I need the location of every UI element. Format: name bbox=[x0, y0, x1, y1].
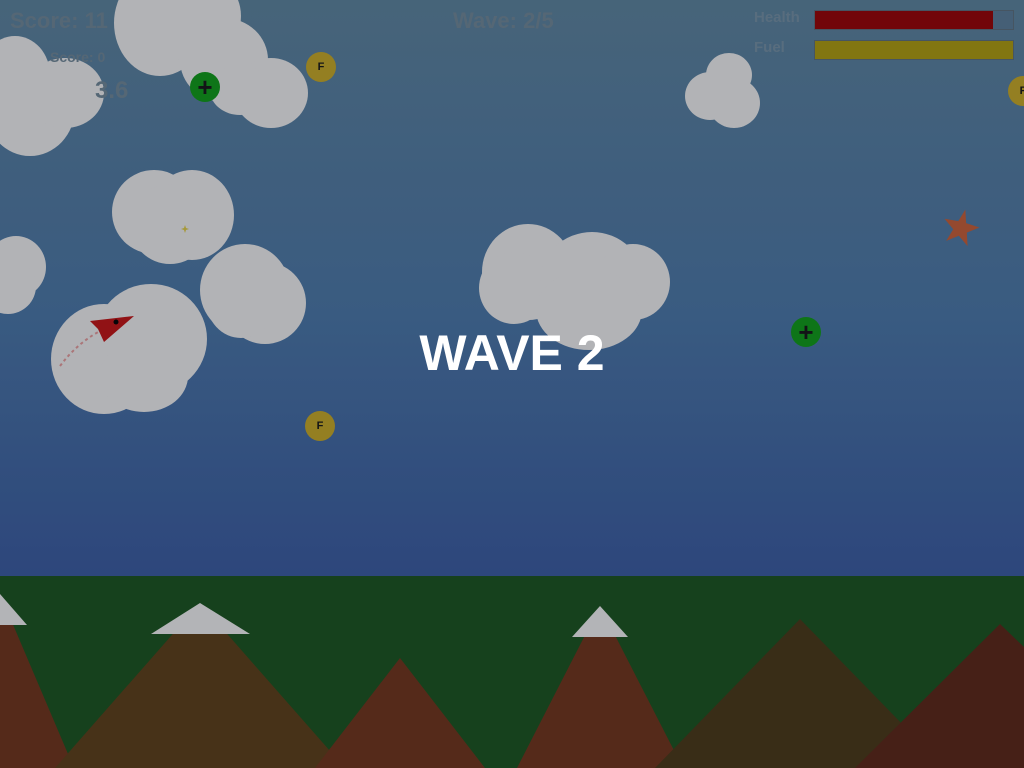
fuel-bar bbox=[814, 40, 1014, 60]
health-pickup: + bbox=[190, 72, 220, 102]
fuel-bar-fill bbox=[815, 41, 1013, 59]
mountain-range bbox=[0, 594, 1024, 768]
wave-banner: WAVE 2 bbox=[419, 325, 605, 381]
timer-display: 3.6 bbox=[95, 77, 129, 104]
snow-cap bbox=[151, 603, 250, 634]
snow-cap bbox=[572, 606, 628, 637]
game-canvas[interactable]: Score: 11 Wave: 2/5 Score: 0 3.6 Health … bbox=[0, 0, 1024, 768]
health-bar-fill bbox=[815, 11, 994, 29]
snow-cap bbox=[0, 594, 27, 625]
fuel-pickup: F bbox=[306, 52, 336, 82]
health-label: Health bbox=[754, 9, 800, 26]
hi-score-display: Score: 0 bbox=[50, 49, 106, 65]
fuel-pickup: F bbox=[305, 411, 335, 441]
wave-counter: Wave: 2/5 bbox=[453, 8, 554, 33]
fuel-label: Fuel bbox=[754, 39, 785, 56]
sparkle-icon bbox=[181, 225, 189, 233]
score-display: Score: 11 bbox=[10, 8, 108, 33]
enemy-star-icon bbox=[944, 209, 980, 247]
health-bar bbox=[814, 10, 1014, 30]
